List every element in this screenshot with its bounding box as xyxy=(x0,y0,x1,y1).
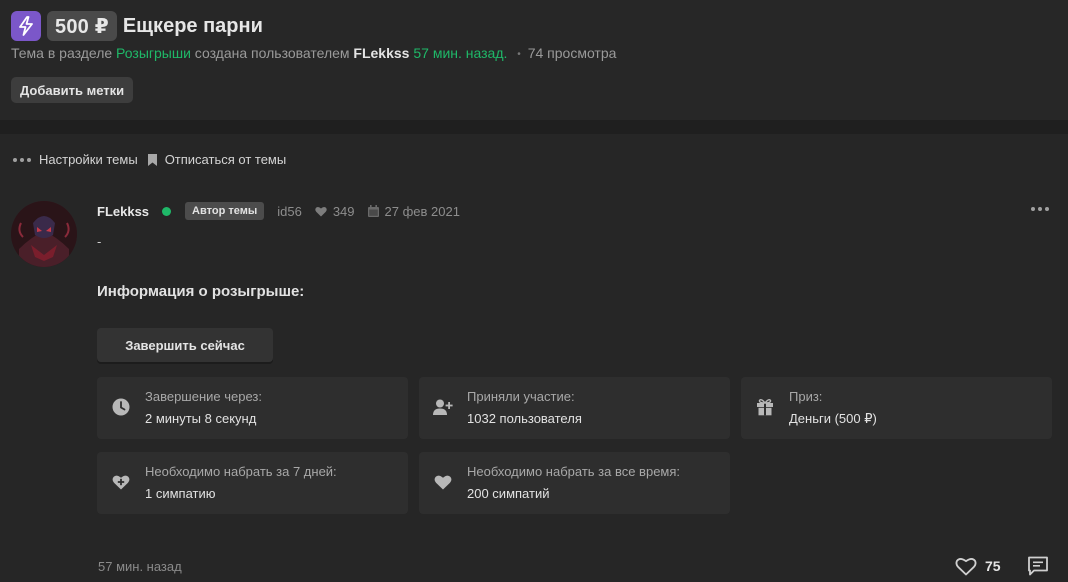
section-link[interactable]: Розыгрыши xyxy=(116,45,191,61)
heart-icon xyxy=(315,206,327,216)
like-button[interactable]: 75 xyxy=(955,556,1001,576)
bolt-icon xyxy=(11,11,41,41)
like-count: 75 xyxy=(985,558,1001,574)
avatar[interactable] xyxy=(11,201,77,267)
thread-tools: Настройки темы Отписаться от темы xyxy=(13,152,286,167)
clock-icon xyxy=(111,397,131,417)
online-indicator xyxy=(162,206,172,216)
card-value: 1 симпатию xyxy=(145,486,216,501)
post-body: - xyxy=(97,234,102,249)
calendar-icon xyxy=(367,205,379,217)
card-title: Приняли участие: xyxy=(467,389,575,404)
card-title: Необходимо набрать за 7 дней: xyxy=(145,464,337,479)
post-menu-icon[interactable] xyxy=(1031,207,1049,211)
post-header: FLekkss Автор темы id56 349 27 фев 2021 xyxy=(97,202,460,220)
card-title: Завершение через: xyxy=(145,389,262,404)
page-title: Ещкере парни xyxy=(122,14,263,37)
card-title: Необходимо набрать за все время: xyxy=(467,464,681,479)
info-card-ends: Завершение через: 2 минуты 8 секунд xyxy=(97,377,408,439)
user-likes: 349 xyxy=(315,204,355,219)
post-timestamp[interactable]: 57 мин. назад xyxy=(98,559,182,574)
reply-icon[interactable] xyxy=(1027,556,1049,582)
price-badge: 500 ₽ xyxy=(47,11,117,41)
author-link[interactable]: FLekkss xyxy=(353,45,409,61)
user-plus-icon xyxy=(433,397,453,417)
more-icon xyxy=(13,157,31,162)
heart-icon xyxy=(433,472,453,492)
author-badge: Автор темы xyxy=(185,202,265,220)
divider xyxy=(0,120,1068,134)
info-card-prize: Приз: Деньги (500 ₽) xyxy=(741,377,1052,439)
card-value: 2 минуты 8 секунд xyxy=(145,411,257,426)
views-count: 74 просмотра xyxy=(527,45,617,61)
info-card-participants: Приняли участие: 1032 пользователя xyxy=(419,377,730,439)
post-date-text: 27 фев 2021 xyxy=(384,203,460,219)
title-row: 500 ₽ Ещкере парни xyxy=(11,11,263,41)
heart-plus-icon xyxy=(111,472,131,492)
info-card-likes-all-time: Необходимо набрать за все время: 200 сим… xyxy=(419,452,730,514)
bookmark-icon xyxy=(147,153,157,166)
heart-outline-icon xyxy=(955,558,977,576)
add-tags-button[interactable]: Добавить метки xyxy=(11,77,134,103)
user-likes-count: 349 xyxy=(332,203,355,219)
thread-settings-link[interactable]: Настройки темы xyxy=(39,152,138,167)
card-value: Деньги (500 ₽) xyxy=(789,411,877,426)
meta-created: создана пользователем xyxy=(194,45,350,61)
post-date[interactable]: 27 фев 2021 xyxy=(367,203,460,219)
info-card-likes-7-days: Необходимо набрать за 7 дней: 1 симпатию xyxy=(97,452,408,514)
finish-now-button[interactable]: Завершить сейчас xyxy=(97,328,273,362)
time-ago-link[interactable]: 57 мин. назад. xyxy=(413,45,507,61)
thread-header: 500 ₽ Ещкере парни Тема в разделе Розыгр… xyxy=(0,0,1068,120)
user-id: id56 xyxy=(277,203,302,219)
giveaway-info-heading: Информация о розыгрыше: xyxy=(97,283,305,300)
gift-icon xyxy=(755,397,775,417)
unsubscribe-link[interactable]: Отписаться от темы xyxy=(165,152,287,167)
thread-meta: Тема в разделе Розыгрыши создана пользов… xyxy=(11,45,616,61)
meta-prefix: Тема в разделе xyxy=(11,45,113,61)
post-author-link[interactable]: FLekkss xyxy=(97,204,149,219)
card-value: 200 симпатий xyxy=(467,486,550,501)
separator-dot: • xyxy=(517,49,521,60)
card-title: Приз: xyxy=(789,389,823,404)
card-value: 1032 пользователя xyxy=(467,411,582,426)
